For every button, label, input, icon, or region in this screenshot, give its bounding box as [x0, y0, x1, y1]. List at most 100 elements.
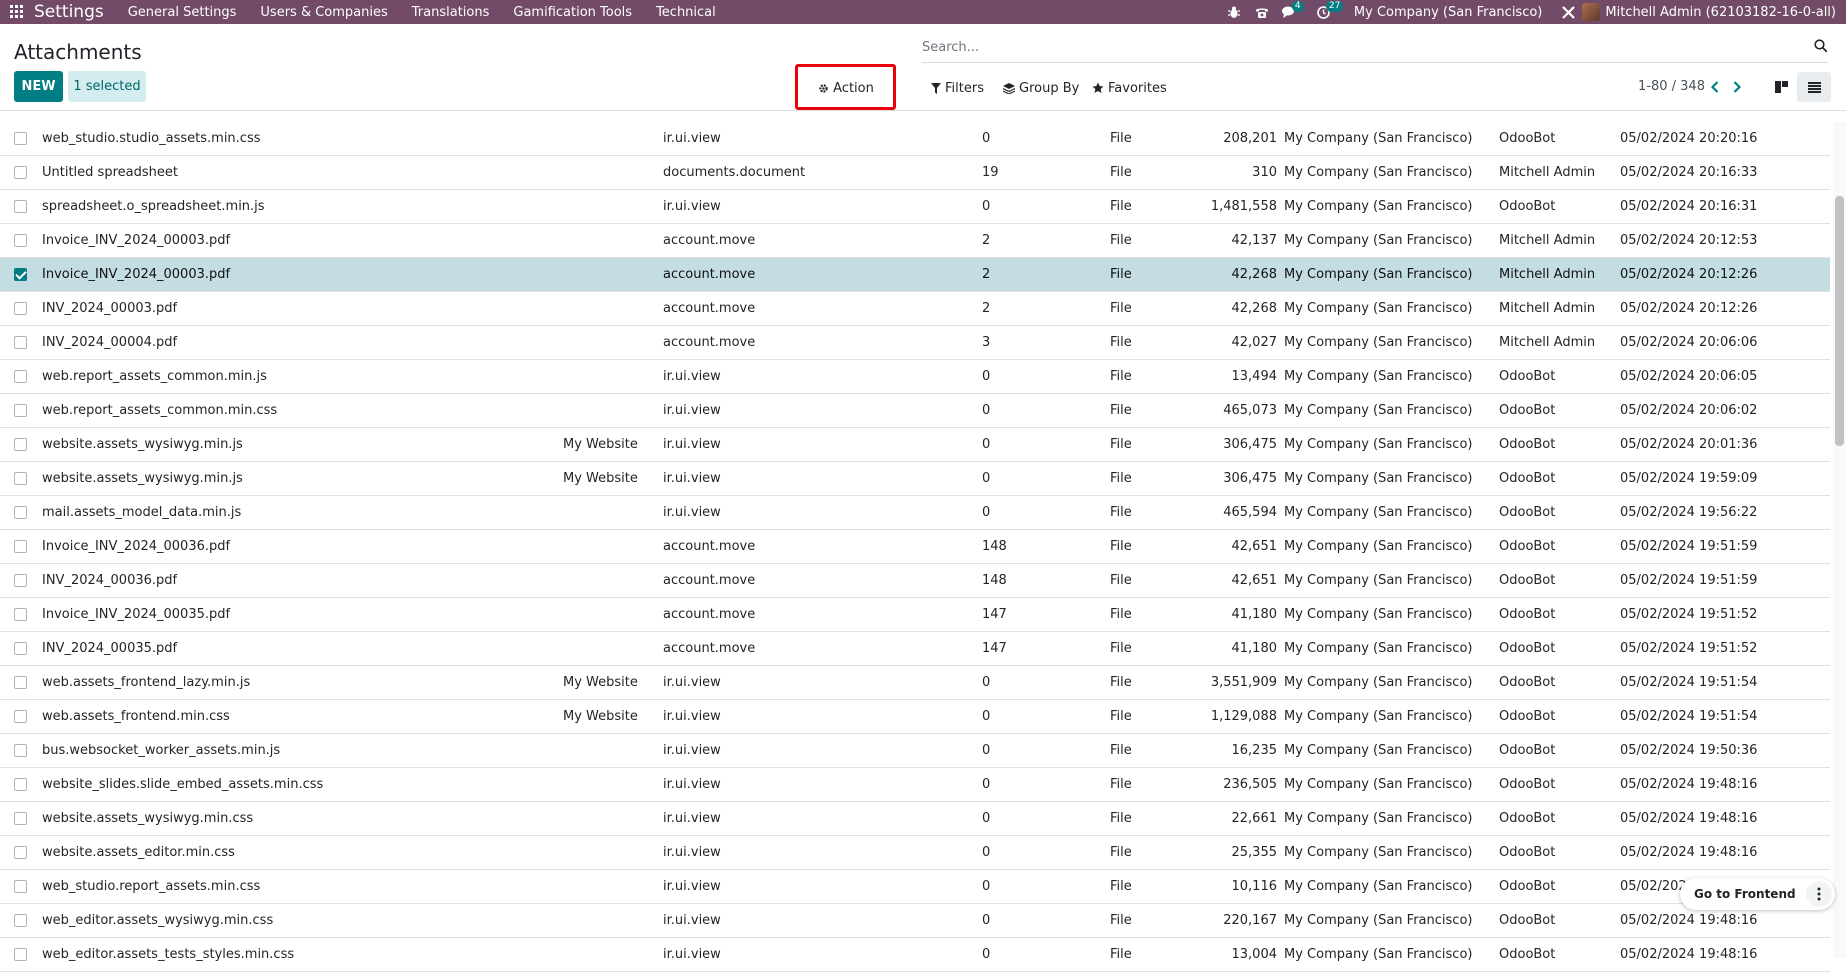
scrollbar-thumb[interactable]: [1835, 196, 1844, 446]
row-checkbox[interactable]: [14, 268, 27, 281]
new-button[interactable]: NEW: [14, 71, 63, 102]
search-icon[interactable]: [1814, 39, 1828, 57]
app-name[interactable]: Settings: [34, 2, 104, 22]
table-row[interactable]: website.assets_editor.min.css ir.ui.view…: [0, 836, 1830, 870]
chat-icon[interactable]: 4: [1276, 0, 1304, 24]
company-switcher[interactable]: My Company (San Francisco): [1354, 5, 1542, 20]
menu-general-settings[interactable]: General Settings: [128, 5, 237, 20]
table-row[interactable]: bus.websocket_worker_assets.min.js ir.ui…: [0, 734, 1830, 768]
table-row[interactable]: web.assets_frontend.min.css My Website i…: [0, 700, 1830, 734]
cell-name: Untitled spreadsheet: [42, 165, 178, 180]
row-checkbox[interactable]: [14, 370, 27, 383]
table-row[interactable]: Invoice_INV_2024_00003.pdf account.move …: [0, 258, 1830, 292]
row-checkbox[interactable]: [14, 744, 27, 757]
cell-date: 05/02/2024 19:48:16: [1620, 947, 1758, 962]
search-input[interactable]: [922, 34, 1782, 60]
cell-resource-model: ir.ui.view: [663, 199, 721, 214]
table-row[interactable]: Invoice_INV_2024_00003.pdf account.move …: [0, 224, 1830, 258]
pager-value[interactable]: 1-80 / 348: [1638, 79, 1705, 94]
row-checkbox[interactable]: [14, 438, 27, 451]
row-checkbox[interactable]: [14, 574, 27, 587]
table-row[interactable]: web_studio.studio_assets.min.css ir.ui.v…: [0, 122, 1830, 156]
cell-name: Invoice_INV_2024_00003.pdf: [42, 233, 231, 248]
cell-name: INV_2024_00003.pdf: [42, 301, 178, 316]
table-row[interactable]: INV_2024_00004.pdf account.move 3 File 4…: [0, 326, 1830, 360]
menu-translations[interactable]: Translations: [412, 5, 490, 20]
list-view-icon[interactable]: [1797, 72, 1831, 102]
row-checkbox[interactable]: [14, 132, 27, 145]
cell-resource-model: ir.ui.view: [663, 675, 721, 690]
favorites-button[interactable]: Favorites: [1092, 77, 1167, 99]
row-checkbox[interactable]: [14, 506, 27, 519]
cell-type: File: [1110, 845, 1132, 860]
row-checkbox[interactable]: [14, 302, 27, 315]
pager-next-icon[interactable]: [1727, 77, 1747, 97]
table-row[interactable]: spreadsheet.o_spreadsheet.min.js ir.ui.v…: [0, 190, 1830, 224]
table-row[interactable]: web_editor.assets_wysiwyg.min.css ir.ui.…: [0, 904, 1830, 938]
pager-previous-icon[interactable]: [1705, 77, 1725, 97]
row-checkbox[interactable]: [14, 676, 27, 689]
activity-clock-icon[interactable]: 27: [1310, 0, 1344, 24]
cell-resource-model: account.move: [663, 267, 756, 282]
menu-users-companies[interactable]: Users & Companies: [260, 5, 387, 20]
cell-owner: Mitchell Admin: [1499, 233, 1596, 248]
app-menu-icon[interactable]: [0, 0, 34, 24]
table-row[interactable]: INV_2024_00003.pdf account.move 2 File 4…: [0, 292, 1830, 326]
row-checkbox[interactable]: [14, 812, 27, 825]
row-checkbox[interactable]: [14, 846, 27, 859]
menu-gamification-tools[interactable]: Gamification Tools: [513, 5, 632, 20]
go-to-frontend-button[interactable]: Go to Frontend: [1680, 887, 1806, 901]
row-checkbox[interactable]: [14, 200, 27, 213]
menu-technical[interactable]: Technical: [656, 5, 716, 20]
table-row[interactable]: Invoice_INV_2024_00036.pdf account.move …: [0, 530, 1830, 564]
row-checkbox[interactable]: [14, 710, 27, 723]
row-checkbox[interactable]: [14, 472, 27, 485]
cell-owner: OdooBot: [1499, 743, 1556, 758]
action-button[interactable]: Action: [798, 77, 894, 99]
cell-website: My Website: [563, 675, 638, 690]
table-row[interactable]: website.assets_wysiwyg.min.css ir.ui.vie…: [0, 802, 1830, 836]
cell-company: My Company (San Francisco): [1284, 505, 1473, 520]
cell-date: 05/02/2024 19:51:54: [1620, 709, 1758, 724]
row-checkbox[interactable]: [14, 880, 27, 893]
bug-icon[interactable]: [1220, 0, 1248, 24]
cell-owner: OdooBot: [1499, 199, 1556, 214]
row-checkbox[interactable]: [14, 914, 27, 927]
table-row[interactable]: web.report_assets_common.min.js ir.ui.vi…: [0, 360, 1830, 394]
avatar[interactable]: [1582, 3, 1601, 21]
user-menu[interactable]: Mitchell Admin (62103182-16-0-all): [1605, 5, 1836, 20]
row-checkbox[interactable]: [14, 404, 27, 417]
table-row[interactable]: web.report_assets_common.min.css ir.ui.v…: [0, 394, 1830, 428]
cell-type: File: [1110, 811, 1132, 826]
cell-company: My Company (San Francisco): [1284, 233, 1473, 248]
table-row[interactable]: INV_2024_00035.pdf account.move 147 File…: [0, 632, 1830, 666]
table-row[interactable]: Untitled spreadsheet documents.document …: [0, 156, 1830, 190]
filters-button[interactable]: Filters: [931, 77, 984, 99]
row-checkbox[interactable]: [14, 540, 27, 553]
table-row[interactable]: web_studio.report_assets.min.css ir.ui.v…: [0, 870, 1830, 904]
cell-resource-id: 0: [982, 369, 991, 384]
cell-company: My Company (San Francisco): [1284, 199, 1473, 214]
table-row[interactable]: INV_2024_00036.pdf account.move 148 File…: [0, 564, 1830, 598]
table-row[interactable]: website.assets_wysiwyg.min.js My Website…: [0, 462, 1830, 496]
row-checkbox[interactable]: [14, 166, 27, 179]
row-checkbox[interactable]: [14, 234, 27, 247]
cell-type: File: [1110, 267, 1132, 282]
phone-icon[interactable]: [1248, 0, 1276, 24]
row-checkbox[interactable]: [14, 948, 27, 961]
table-row[interactable]: web_editor.assets_tests_styles.min.css i…: [0, 938, 1830, 972]
group-by-button[interactable]: Group By: [1003, 77, 1079, 99]
kanban-view-icon[interactable]: [1764, 72, 1798, 102]
row-checkbox[interactable]: [14, 778, 27, 791]
row-checkbox[interactable]: [14, 336, 27, 349]
row-checkbox[interactable]: [14, 642, 27, 655]
table-row[interactable]: Invoice_INV_2024_00035.pdf account.move …: [0, 598, 1830, 632]
tools-icon[interactable]: [1554, 0, 1582, 24]
row-checkbox[interactable]: [14, 608, 27, 621]
table-row[interactable]: website_slides.slide_embed_assets.min.cs…: [0, 768, 1830, 802]
selected-count-badge[interactable]: 1 selected: [68, 71, 146, 102]
more-options-icon[interactable]: [1805, 881, 1832, 907]
table-row[interactable]: website.assets_wysiwyg.min.js My Website…: [0, 428, 1830, 462]
table-row[interactable]: web.assets_frontend_lazy.min.js My Websi…: [0, 666, 1830, 700]
table-row[interactable]: mail.assets_model_data.min.js ir.ui.view…: [0, 496, 1830, 530]
